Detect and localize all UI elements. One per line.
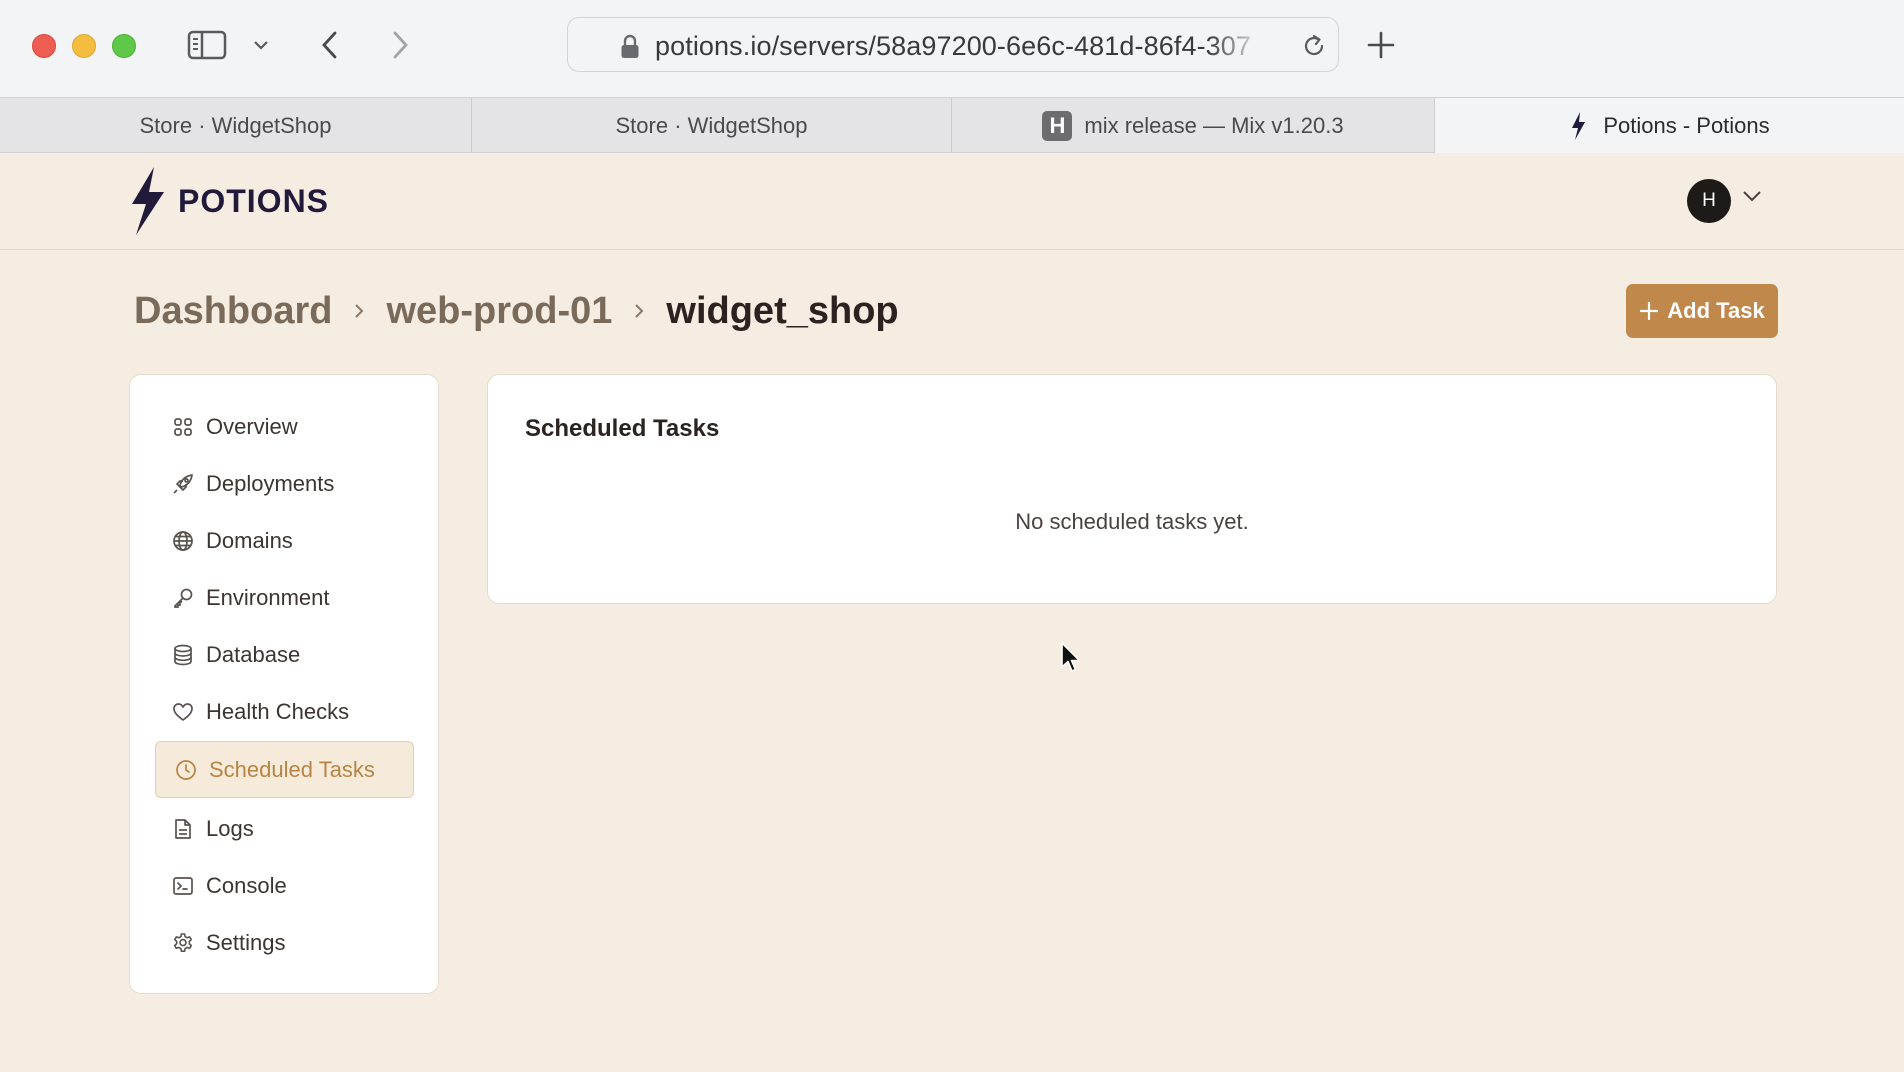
sidebar-item-label: Console — [206, 872, 287, 898]
empty-state-message: No scheduled tasks yet. — [1015, 509, 1249, 534]
bolt-logo-icon — [132, 167, 164, 235]
sidebar-item-label: Deployments — [206, 470, 335, 496]
breadcrumb-server[interactable]: web-prod-01 — [386, 290, 612, 333]
key-icon — [172, 587, 194, 609]
sidebar-item-label: Health Checks — [206, 698, 350, 724]
sidebar-item-label: Environment — [206, 584, 330, 610]
browser-tab[interactable]: Store · WidgetShop — [472, 98, 952, 153]
chevron-left-icon — [322, 31, 337, 59]
url-text: potions.io/servers/58a97200-6e6c-481d-86… — [655, 31, 1252, 61]
minimize-window-button[interactable] — [72, 34, 96, 58]
sidebar-item-label: Database — [206, 641, 301, 667]
breadcrumb: Dashboard web-prod-01 widget_shop — [134, 286, 899, 336]
sidebar-icon — [187, 30, 227, 60]
scheduled-tasks-card: Scheduled Tasks No scheduled tasks yet. — [487, 374, 1777, 604]
chevron-right-icon — [393, 31, 408, 59]
logo[interactable]: POTIONS — [128, 166, 329, 236]
sidebar-item-overview[interactable]: Overview — [155, 398, 414, 455]
chevron-right-icon — [354, 302, 364, 320]
sidebar-item-health-checks[interactable]: Health Checks — [155, 683, 414, 740]
bolt-icon — [1572, 111, 1586, 140]
chevron-down-icon[interactable] — [1742, 190, 1762, 202]
sidebar: Overview Deployments Domains Environment… — [129, 374, 439, 994]
gear-icon — [172, 932, 194, 954]
sidebar-item-deployments[interactable]: Deployments — [155, 455, 414, 512]
sidebar-item-logs[interactable]: Logs — [155, 800, 414, 857]
close-window-button[interactable] — [32, 34, 56, 58]
h-favicon-icon: H — [1042, 110, 1073, 141]
add-task-label: Add Task — [1667, 298, 1765, 323]
clock-icon — [175, 759, 197, 781]
grid-icon — [172, 416, 194, 438]
sidebar-item-settings[interactable]: Settings — [155, 914, 414, 971]
tab-strip: Store · WidgetShop Store · WidgetShop H … — [0, 97, 1904, 153]
breadcrumb-site: widget_shop — [666, 289, 899, 332]
sidebar-item-database[interactable]: Database — [155, 626, 414, 683]
browser-tab[interactable]: Store · WidgetShop — [0, 98, 472, 153]
lock-icon — [621, 34, 639, 58]
mouse-cursor-icon — [1061, 642, 1081, 672]
reload-icon[interactable] — [1301, 33, 1327, 59]
tab-title: Store · WidgetShop — [139, 112, 332, 138]
sidebar-item-domains[interactable]: Domains — [155, 512, 414, 569]
sidebar-item-label: Settings — [206, 929, 286, 955]
sidebar-item-environment[interactable]: Environment — [155, 569, 414, 626]
database-icon — [172, 644, 194, 666]
heart-icon — [172, 701, 194, 723]
back-button[interactable] — [316, 22, 342, 68]
chevron-down-icon — [254, 41, 268, 50]
sidebar-item-label: Overview — [206, 413, 298, 439]
tab-group-dropdown-button[interactable] — [250, 22, 272, 68]
browser-toolbar: potions.io/servers/58a97200-6e6c-481d-86… — [0, 0, 1904, 97]
terminal-icon — [172, 875, 194, 897]
browser-tab[interactable]: H mix release — Mix v1.20.3 — [952, 98, 1435, 153]
new-tab-button[interactable] — [1366, 22, 1396, 68]
sidebar-item-scheduled-tasks[interactable]: Scheduled Tasks — [155, 741, 414, 798]
plus-icon — [1639, 301, 1659, 321]
forward-button[interactable] — [388, 22, 414, 68]
add-task-button[interactable]: Add Task — [1626, 284, 1778, 338]
tab-title: mix release — Mix v1.20.3 — [1084, 112, 1344, 138]
tab-title: Potions - Potions — [1603, 112, 1770, 138]
logo-text: POTIONS — [178, 182, 330, 219]
address-bar[interactable]: potions.io/servers/58a97200-6e6c-481d-86… — [567, 17, 1339, 72]
rocket-icon — [172, 473, 194, 495]
tab-title: Store · WidgetShop — [615, 112, 808, 138]
sidebar-toggle-button[interactable] — [186, 22, 228, 68]
chevron-right-icon — [634, 302, 644, 320]
breadcrumb-dashboard[interactable]: Dashboard — [134, 290, 332, 333]
avatar[interactable]: H — [1687, 179, 1731, 223]
app-header: POTIONS H — [0, 154, 1904, 250]
file-icon — [172, 818, 194, 840]
plus-icon — [1367, 31, 1395, 59]
sidebar-item-label: Scheduled Tasks — [209, 756, 375, 782]
sidebar-item-label: Domains — [206, 527, 293, 553]
sidebar-item-console[interactable]: Console — [155, 857, 414, 914]
globe-icon — [172, 530, 194, 552]
maximize-window-button[interactable] — [112, 34, 136, 58]
sidebar-item-label: Logs — [206, 815, 254, 841]
card-title: Scheduled Tasks — [525, 415, 720, 442]
browser-tab-active[interactable]: Potions - Potions — [1435, 98, 1904, 153]
